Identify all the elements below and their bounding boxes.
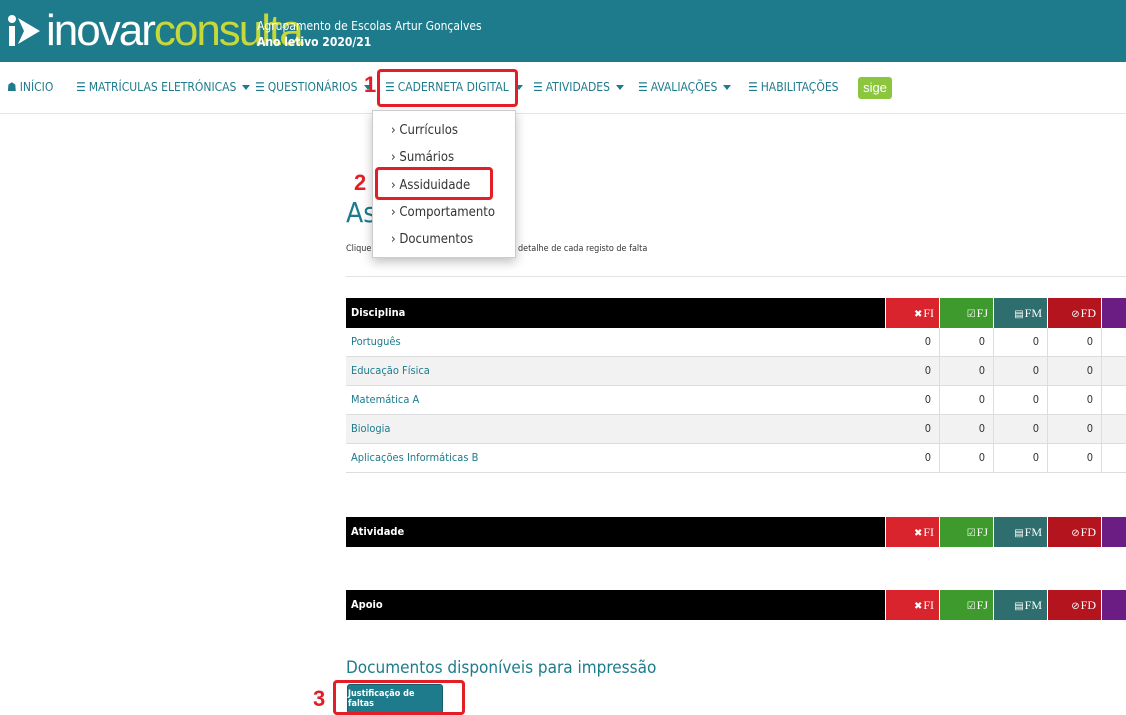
disciplina-link[interactable]: Português <box>351 335 401 348</box>
fm-column-header: ▤FM <box>993 298 1047 328</box>
annotation-number-3: 3 <box>313 686 326 711</box>
fd-column-header: ⊘FD <box>1047 517 1101 547</box>
annotation-box-2 <box>375 167 493 200</box>
table-row[interactable]: Matemática A 0 0 0 0 <box>346 386 1126 415</box>
list-icon: ☰ <box>638 80 648 94</box>
list-icon: ☰ <box>76 80 86 94</box>
checkbox-icon: ☑ <box>966 601 976 612</box>
fj-column-header: ☑FJ <box>939 517 993 547</box>
extra-column-header <box>1101 590 1126 620</box>
list-icon: ☰ <box>533 80 543 94</box>
home-icon: ☗ <box>7 80 17 94</box>
fm-column-header: ▤FM <box>993 590 1047 620</box>
fj-column-header: ☑FJ <box>939 590 993 620</box>
instructions-text: Clique detalhe de cada registo de falta <box>346 244 648 254</box>
document-icon: ▤ <box>1014 601 1024 612</box>
disciplina-link[interactable]: Aplicações Informáticas B <box>351 451 478 464</box>
extra-column-header <box>1101 517 1126 547</box>
fi-column-header: ✖FI <box>885 517 939 547</box>
nav-inicio[interactable]: ☗ INÍCIO <box>7 80 53 94</box>
fm-column-header: ▤FM <box>993 517 1047 547</box>
nav-avaliacoes[interactable]: ☰ AVALIAÇÕES <box>638 80 732 94</box>
nav-questionarios[interactable]: ☰ QUESTIONÁRIOS <box>255 80 372 94</box>
document-icon: ▤ <box>1014 309 1024 320</box>
annotation-box-3 <box>333 680 465 715</box>
checkbox-icon: ☑ <box>966 309 976 320</box>
ban-icon: ⊘ <box>1071 528 1080 539</box>
ban-icon: ⊘ <box>1071 309 1080 320</box>
menu-item-sumarios[interactable]: › Sumários <box>391 150 454 165</box>
disciplina-link[interactable]: Educação Física <box>351 364 430 377</box>
x-icon: ✖ <box>913 528 923 539</box>
fd-column-header: ⊘FD <box>1047 298 1101 328</box>
table-row[interactable]: Biologia 0 0 0 0 <box>346 415 1126 444</box>
app-header: inovarconsulta Agrupamento de Escolas Ar… <box>0 0 1126 62</box>
table-row[interactable]: Aplicações Informáticas B 0 0 0 0 <box>346 444 1126 473</box>
table-row[interactable]: Educação Física 0 0 0 0 <box>346 357 1126 386</box>
apoio-table-header: Apoio ✖FI ☑FJ ▤FM ⊘FD <box>346 590 1126 620</box>
chevron-down-icon <box>242 84 251 90</box>
chevron-down-icon <box>723 84 732 90</box>
document-icon: ▤ <box>1014 528 1024 539</box>
school-name: Agrupamento de Escolas Artur Gonçalves <box>257 19 482 33</box>
fj-column-header: ☑FJ <box>939 298 993 328</box>
sige-button[interactable]: sige <box>858 77 892 99</box>
x-icon: ✖ <box>913 309 923 320</box>
atividade-table-header: Atividade ✖FI ☑FJ ▤FM ⊘FD <box>346 517 1126 547</box>
disciplina-link[interactable]: Biologia <box>351 422 391 435</box>
x-icon: ✖ <box>913 601 923 612</box>
disciplina-table-header: Disciplina ✖FI ☑FJ ▤FM ⊘FD <box>346 298 1126 328</box>
list-icon: ☰ <box>748 80 758 94</box>
list-icon: ☰ <box>255 80 265 94</box>
checkbox-icon: ☑ <box>966 528 976 539</box>
nav-atividades[interactable]: ☰ ATIVIDADES <box>533 80 624 94</box>
nav-matriculas[interactable]: ☰ MATRÍCULAS ELETRÓNICAS <box>76 80 251 94</box>
school-info: Agrupamento de Escolas Artur Gonçalves A… <box>257 18 482 50</box>
menu-item-comportamento[interactable]: › Comportamento <box>391 205 495 220</box>
disciplina-link[interactable]: Matemática A <box>351 393 419 406</box>
logo-mark-icon <box>8 14 42 48</box>
menu-item-documentos[interactable]: › Documentos <box>391 232 473 247</box>
annotation-number-1: 1 <box>364 72 377 97</box>
school-year: Ano letivo 2020/21 <box>257 35 372 49</box>
fd-column-header: ⊘FD <box>1047 590 1101 620</box>
divider <box>346 276 1126 277</box>
annotation-number-2: 2 <box>354 170 367 195</box>
documents-heading: Documentos disponíveis para impressão <box>346 658 657 678</box>
ban-icon: ⊘ <box>1071 601 1080 612</box>
fi-column-header: ✖FI <box>885 298 939 328</box>
table-row[interactable]: Português 0 0 0 0 <box>346 328 1126 357</box>
fi-column-header: ✖FI <box>885 590 939 620</box>
annotation-box-1 <box>377 69 518 107</box>
nav-habilitacoes[interactable]: ☰ HABILITAÇÕES <box>748 80 839 94</box>
chevron-down-icon <box>615 84 624 90</box>
extra-column-header <box>1101 298 1126 328</box>
menu-item-curriculos[interactable]: › Currículos <box>391 123 458 138</box>
